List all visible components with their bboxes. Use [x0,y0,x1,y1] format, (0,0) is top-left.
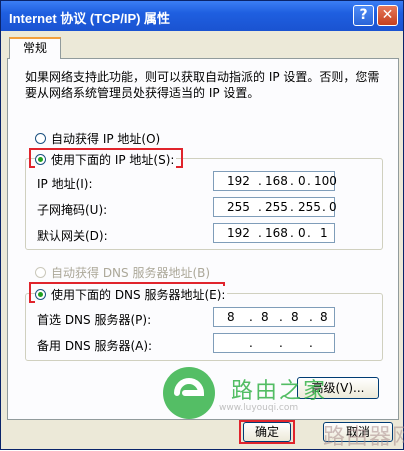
title-bar[interactable]: Internet 协议 (TCP/IP) 属性 ? ✕ [1,1,403,31]
alternate-dns-label: 备用 DNS 服务器(A): [37,339,153,353]
alternate-dns-input[interactable]: . . . [213,333,335,353]
auto-dns-label: 自动获得 DNS 服务器地址(B) [51,266,211,280]
tab-general[interactable]: 常规 [9,37,61,59]
default-gateway-label: 默认网关(D): [37,229,108,243]
manual-ip-label: 使用下面的 IP 地址(S): [51,153,175,167]
radio-circle-icon [35,133,46,144]
help-button[interactable]: ? [353,5,374,26]
radio-checked-icon [35,154,46,165]
default-gateway-input[interactable]: 192 . 168 . 0 . 1 [213,223,335,243]
watermark-router-text: 路由器网 [323,425,404,450]
tcpip-properties-dialog: Internet 协议 (TCP/IP) 属性 ? ✕ 常规 如果网络支持此功能… [0,0,404,450]
preferred-dns-input[interactable]: 8 . 8 . 8 . 8 [213,307,335,327]
ip-address-input[interactable]: 192 . 168 . 0 . 100 [213,171,337,191]
ip-address-label: IP 地址(I): [37,177,93,191]
watermark-url: www.luyouqi.com [219,403,299,413]
manual-dns-label: 使用下面的 DNS 服务器地址(E): [51,288,226,302]
auto-ip-radio[interactable]: 自动获得 IP 地址(O) [35,130,160,147]
close-button[interactable]: ✕ [377,5,398,26]
radio-circle-icon [35,267,46,278]
manual-ip-radio[interactable]: 使用下面的 IP 地址(S): [35,151,177,168]
question-mark-icon: ? [359,7,368,23]
manual-dns-radio[interactable]: 使用下面的 DNS 服务器地址(E): [35,286,228,303]
auto-dns-radio[interactable]: 自动获得 DNS 服务器地址(B) [35,264,210,281]
auto-ip-label: 自动获得 IP 地址(O) [51,132,161,146]
watermark-text: 路由之家 [231,379,328,404]
window-title: Internet 协议 (TCP/IP) 属性 [9,11,171,26]
subnet-mask-input[interactable]: 255 . 255 . 255 . 0 [213,197,337,217]
preferred-dns-label: 首选 DNS 服务器(P): [37,313,152,327]
ok-button[interactable]: 确定 [243,422,291,442]
close-icon: ✕ [381,7,394,23]
luyou-logo-icon [163,367,215,419]
description-text: 如果网络支持此功能，则可以获取自动指派的 IP 设置。否则，您需要从网络系统管理… [25,70,380,100]
radio-checked-icon [35,289,46,300]
subnet-mask-label: 子网掩码(U): [37,203,108,217]
